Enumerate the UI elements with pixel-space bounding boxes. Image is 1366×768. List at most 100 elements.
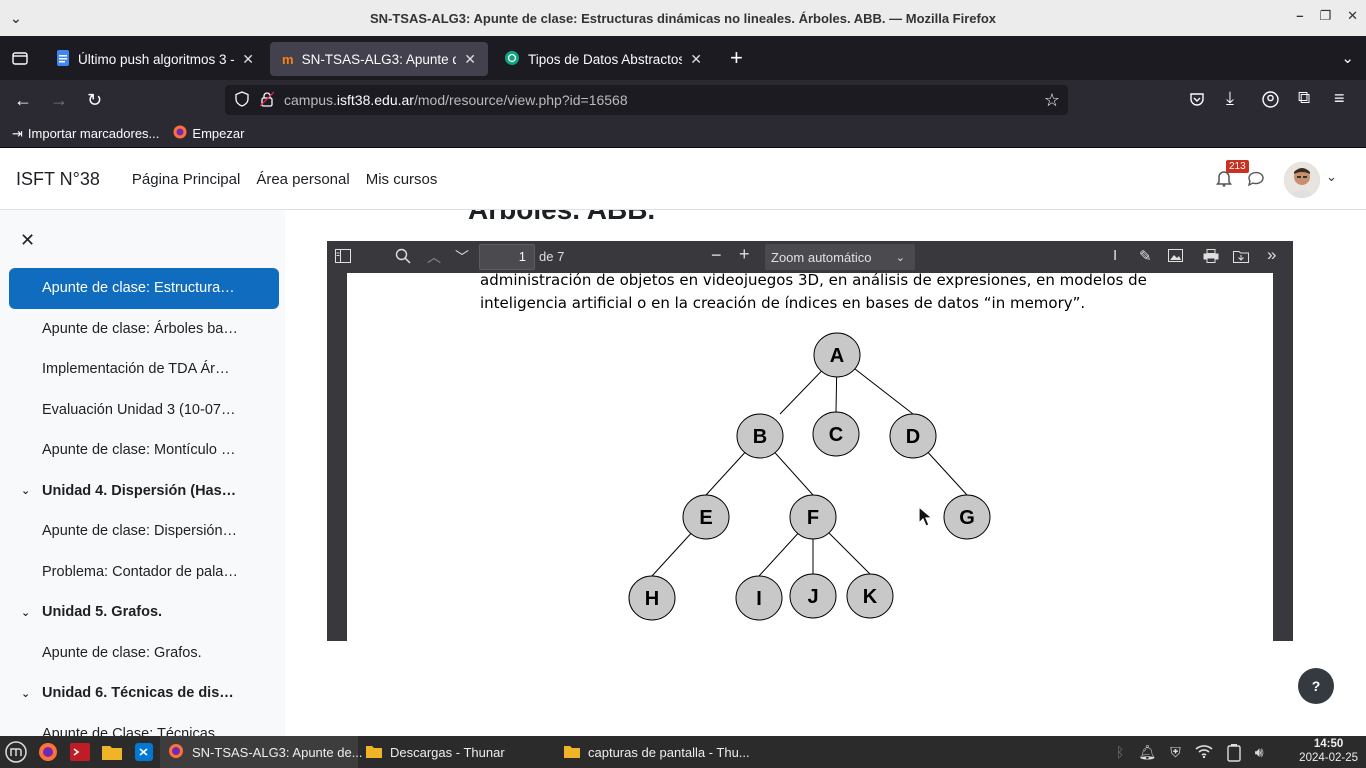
course-activity[interactable]: Apunte de clase: Grafos. (9, 633, 279, 674)
course-activity[interactable]: Evaluación Unidad 3 (10-07… (9, 390, 279, 431)
chevron-down-icon[interactable]: ⌄ (21, 687, 42, 700)
volume-icon[interactable]: 🔊︎ (1255, 744, 1264, 765)
vscode-launcher-icon[interactable] (128, 743, 160, 761)
bookmark-star-icon[interactable]: ☆ (1044, 90, 1060, 111)
zoom-out-icon[interactable]: − (711, 245, 722, 266)
course-activity[interactable]: Apunte de clase: Dispersión… (9, 511, 279, 552)
close-window-icon[interactable]: ✕ (1347, 8, 1358, 24)
account-icon[interactable] (1262, 91, 1279, 113)
course-activity[interactable]: Implementación de TDA Ár… (9, 349, 279, 390)
tree-node: C (812, 411, 860, 457)
tab-list-icon[interactable]: ⌄ (1341, 49, 1354, 67)
back-icon[interactable]: ← (14, 90, 32, 111)
reload-icon[interactable]: ↻ (87, 90, 102, 111)
chatgpt-icon (504, 50, 520, 69)
terminal-launcher-icon[interactable] (64, 743, 96, 761)
zoom-in-icon[interactable]: + (739, 244, 750, 265)
url-bar[interactable]: campus.isft38.edu.ar/mod/resource/view.p… (225, 85, 1068, 115)
close-tab-icon[interactable]: ✕ (464, 51, 476, 68)
next-page-icon[interactable]: ﹀ (455, 247, 469, 267)
window-titlebar: ⌄ SN-TSAS-ALG3: Apunte de clase: Estruct… (0, 0, 1366, 36)
pdf-viewer: ︿ ﹀ 1 de 7 − + Zoom automático ⌄ I ✎ » a… (327, 241, 1293, 641)
lock-icon[interactable] (259, 91, 275, 110)
firefox-launcher-icon[interactable] (32, 742, 64, 762)
course-section[interactable]: ⌄ Unidad 5. Grafos. (9, 592, 279, 633)
firefox-view-icon[interactable] (0, 50, 40, 66)
print-icon[interactable] (1203, 249, 1219, 266)
tab-moodle[interactable]: m SN-TSAS-ALG3: Apunte de c ✕ (270, 42, 488, 76)
menu-icon[interactable]: ≡ (1334, 88, 1345, 109)
tab-chatgpt[interactable]: Tipos de Datos Abstractos ✕ (492, 42, 714, 76)
tab-label: Último push algoritmos 3 - (78, 51, 235, 67)
moodle-icon: m (282, 51, 294, 67)
draw-icon[interactable]: ✎ (1139, 247, 1152, 265)
tree-node-label: H (645, 588, 659, 610)
course-index-label: Unidad 6. Técnicas de dis… (42, 685, 234, 702)
notifications-icon[interactable]: 🔔︎ (1138, 744, 1156, 765)
nav-dashboard[interactable]: Área personal (256, 171, 349, 188)
zoom-select[interactable]: Zoom automático ⌄ (765, 244, 915, 270)
user-menu-chevron-icon[interactable]: ⌄ (1326, 169, 1337, 185)
update-shield-icon[interactable]: ⛨ (1170, 744, 1181, 765)
course-activity[interactable]: Apunte de clase: Estructura… (9, 268, 279, 309)
close-tab-icon[interactable]: ✕ (690, 51, 702, 68)
course-index-label: Unidad 5. Grafos. (42, 604, 163, 621)
close-tab-icon[interactable]: ✕ (242, 51, 254, 68)
course-section[interactable]: ⌄ Unidad 6. Técnicas de dis… (9, 673, 279, 714)
tree-node: J (789, 573, 837, 619)
new-tab-icon[interactable]: + (730, 45, 743, 71)
window-title: SN-TSAS-ALG3: Apunte de clase: Estructur… (369, 10, 997, 26)
forward-icon[interactable]: → (50, 90, 68, 111)
tree-node-label: F (807, 507, 819, 529)
url-text[interactable]: campus.isft38.edu.ar/mod/resource/view.p… (284, 92, 628, 108)
tree-node-label: E (699, 507, 712, 529)
sidebar-toggle-icon[interactable] (335, 249, 351, 266)
extensions-icon[interactable]: ⧉ (1298, 88, 1310, 108)
save-pdf-icon[interactable] (1233, 249, 1249, 266)
chevron-down-icon[interactable]: ⌄ (21, 484, 42, 497)
more-tools-icon[interactable]: » (1267, 245, 1276, 265)
docs-icon (56, 49, 70, 69)
chevron-down-icon[interactable]: ⌄ (10, 10, 22, 27)
mint-menu-icon[interactable] (0, 741, 32, 763)
help-button[interactable]: ? (1298, 668, 1334, 704)
previous-page-icon[interactable]: ︿ (427, 247, 441, 267)
course-activity[interactable]: Apunte de Clase: Técnicas … (9, 714, 279, 736)
minimize-icon[interactable]: – (1296, 8, 1303, 24)
user-avatar[interactable] (1284, 162, 1320, 198)
image-icon[interactable] (1168, 249, 1183, 265)
bookmark-empezar[interactable]: Empezar (173, 125, 244, 142)
close-drawer-icon[interactable]: ✕ (20, 230, 35, 251)
pdf-search-icon[interactable] (395, 248, 411, 267)
task-firefox[interactable]: SN-TSAS-ALG3: Apunte de... (160, 736, 363, 768)
folder-download-icon (366, 744, 382, 761)
files-launcher-icon[interactable] (96, 744, 128, 760)
tab-docs[interactable]: Último push algoritmos 3 - ✕ (44, 42, 266, 76)
nav-my-courses[interactable]: Mis cursos (366, 171, 438, 188)
site-brand[interactable]: ISFT N°38 (16, 169, 100, 190)
course-activity[interactable]: Apunte de clase: Montículo … (9, 430, 279, 471)
task-thunar-downloads[interactable]: Descargas - Thunar (358, 736, 556, 768)
course-activity[interactable]: Problema: Contador de pala… (9, 552, 279, 593)
downloads-icon[interactable]: ⤓ (1226, 88, 1234, 109)
text-cursor-icon[interactable]: I (1113, 247, 1117, 264)
course-index: Apunte de clase: Estructura… Apunte de cl… (9, 268, 279, 736)
chevron-down-icon[interactable]: ⌄ (21, 606, 42, 619)
page-number-input[interactable]: 1 (479, 244, 535, 270)
bluetooth-icon[interactable]: ᛒ (1116, 744, 1124, 765)
task-thunar-captures[interactable]: capturas de pantalla - Thu... (556, 736, 754, 768)
course-activity[interactable]: Apunte de clase: Árboles ba… (9, 309, 279, 350)
shield-icon[interactable] (234, 90, 250, 110)
bookmark-import[interactable]: ⇥ Importar marcadores... (12, 126, 159, 142)
nav-home[interactable]: Página Principal (132, 171, 240, 188)
tree-node: B (736, 413, 784, 459)
clock-date: 2024-02-25 (1299, 752, 1358, 764)
notifications-bell[interactable]: 213 (1216, 160, 1249, 192)
restore-icon[interactable]: ❐ (1319, 8, 1331, 24)
messages-icon[interactable] (1247, 171, 1265, 192)
pocket-icon[interactable] (1189, 91, 1205, 112)
battery-icon[interactable] (1226, 744, 1241, 765)
course-section[interactable]: ⌄ Unidad 4. Dispersión (Has… (9, 471, 279, 512)
clock[interactable]: 14:50 2024-02-25 (1299, 737, 1358, 765)
wifi-icon[interactable] (1195, 744, 1213, 765)
